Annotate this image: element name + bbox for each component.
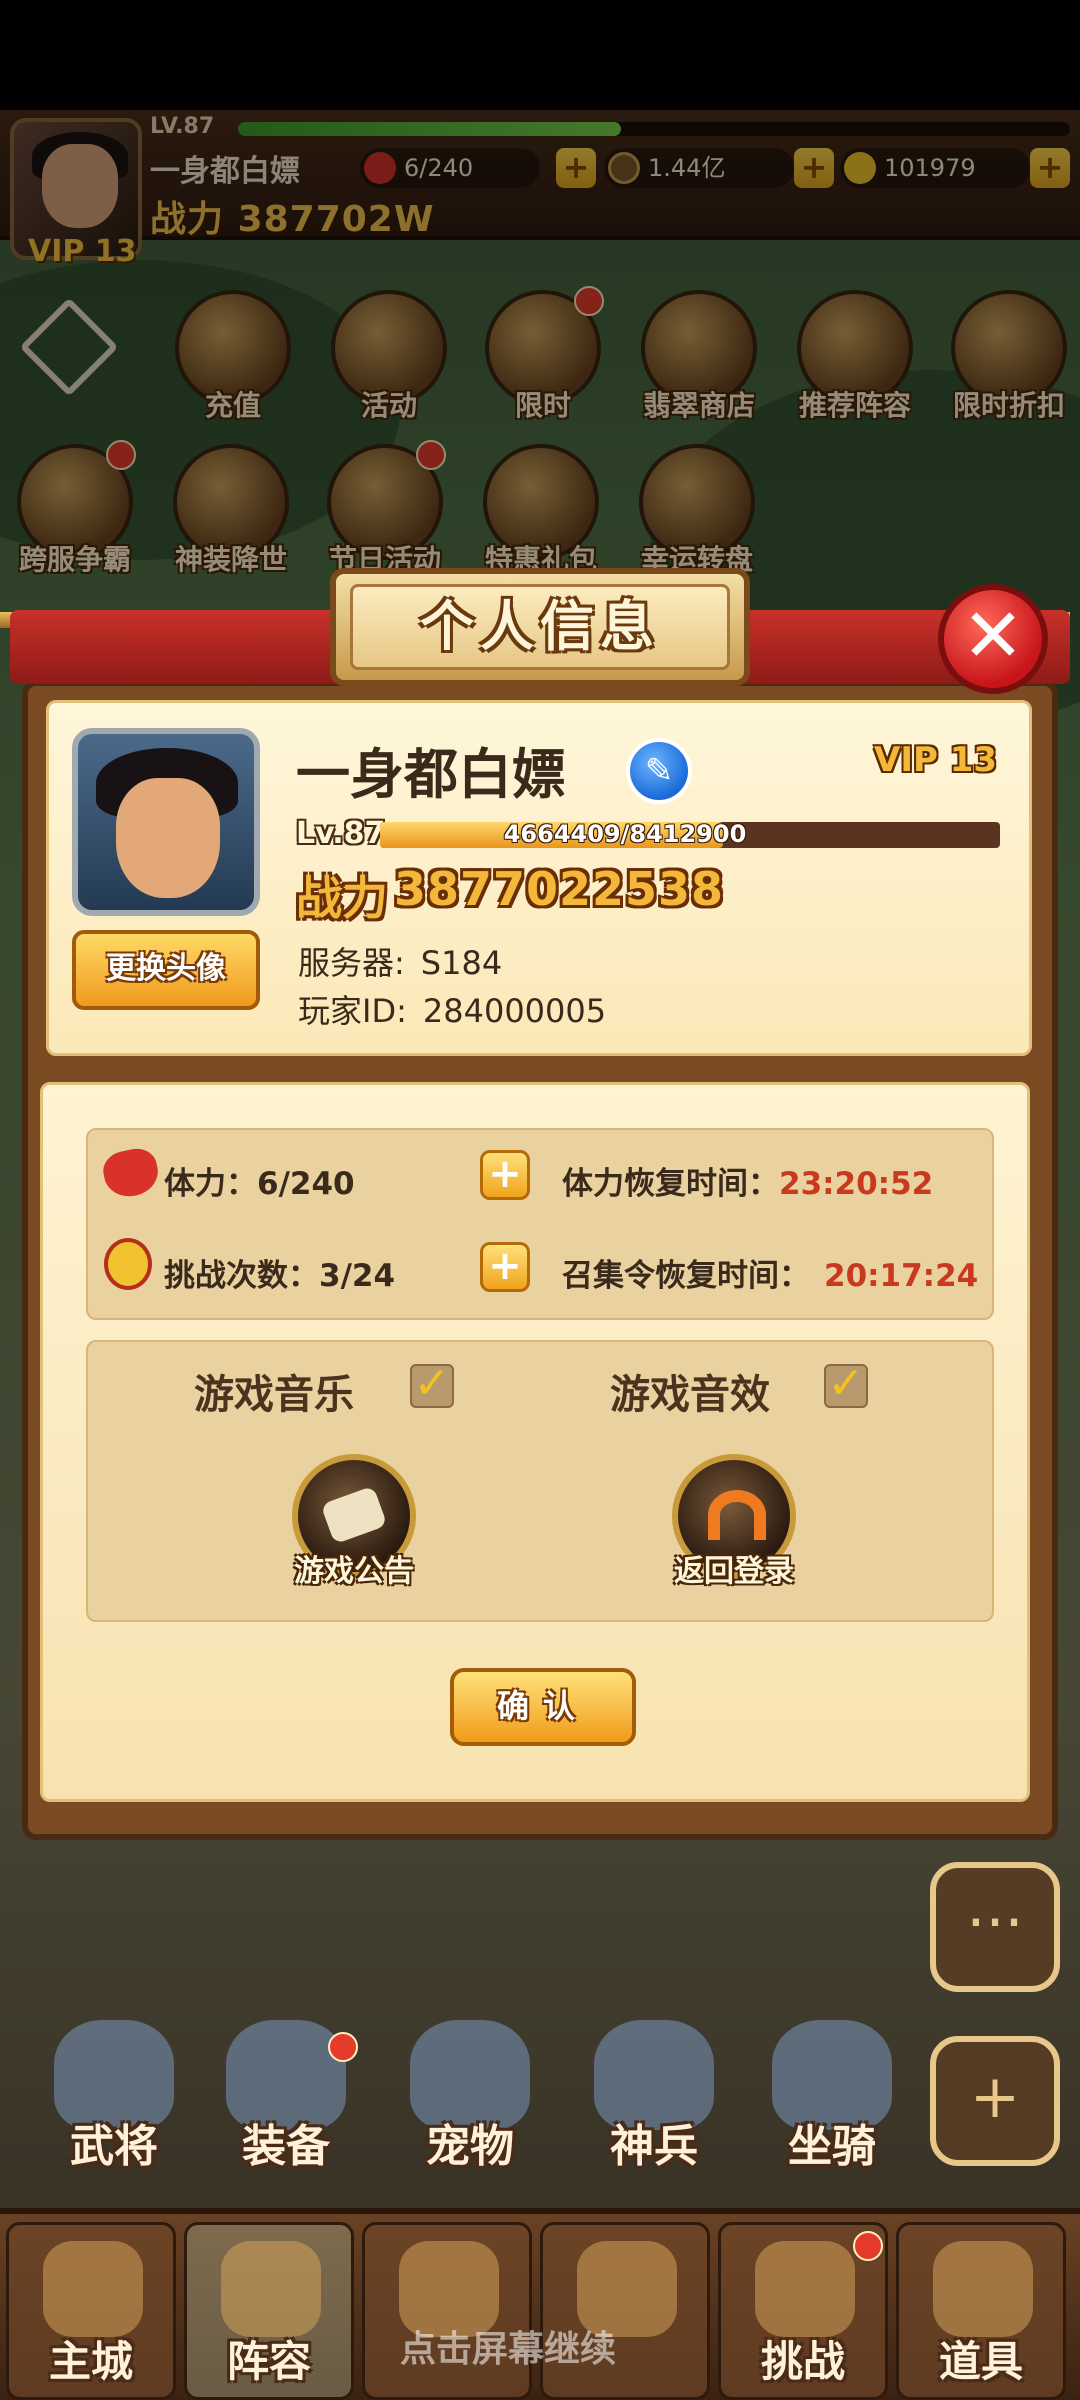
back-to-login-label: 返回登录: [674, 1554, 794, 1589]
modal-title: 个人信息: [420, 595, 660, 658]
change-avatar-button[interactable]: 更换头像: [72, 930, 260, 1010]
close-button[interactable]: ✕: [938, 584, 1048, 694]
castle-icon: [43, 2241, 143, 2337]
hero-slot[interactable]: 神兵: [574, 2020, 734, 2174]
nav-hero[interactable]: [362, 2222, 532, 2400]
nav-formation[interactable]: 阵容: [184, 2222, 354, 2400]
hero-label: 坐骑: [788, 2121, 876, 2172]
stamina-stat: 体力：6/240: [164, 1166, 355, 1202]
notice-label: 游戏公告: [294, 1554, 414, 1589]
level-label: Lv.87: [296, 816, 386, 851]
return-arrow-icon: [708, 1490, 766, 1540]
formation-icon: [221, 2241, 321, 2337]
hero-label: 宠物: [426, 2121, 514, 2172]
expand-button[interactable]: +: [930, 2036, 1060, 2166]
hero-label: 神兵: [610, 2121, 698, 2172]
player-avatar: [72, 728, 260, 916]
edit-name-icon[interactable]: ✎: [626, 738, 692, 804]
server-info: 服务器: S184: [298, 944, 503, 982]
power-label: 战力: [296, 871, 388, 925]
nav-label: 挑战: [760, 2337, 845, 2386]
challenge-stat: 挑战次数：3/24: [164, 1258, 396, 1294]
items-icon: [933, 2241, 1033, 2337]
nav-label: 阵容: [226, 2337, 311, 2386]
chat-bubble-icon: ···: [966, 1888, 1024, 1958]
vip-label: VIP 13: [874, 740, 998, 780]
confirm-button[interactable]: 确认: [450, 1668, 636, 1746]
battle-icon: [755, 2241, 855, 2337]
nav-forge[interactable]: [540, 2222, 710, 2400]
hero-slot[interactable]: 武将: [34, 2020, 194, 2174]
stamina-recover-stat: 体力恢复时间：23:20:52: [562, 1166, 934, 1202]
hero-slot[interactable]: 装备: [206, 2020, 366, 2174]
music-label: 游戏音乐: [194, 1372, 354, 1418]
hero-label: 装备: [242, 2121, 330, 2172]
notification-dot: [853, 2231, 883, 2261]
stamina-add-button[interactable]: +: [480, 1150, 530, 1200]
hero-slot[interactable]: 坐骑: [752, 2020, 912, 2174]
power-value: 3877022538: [394, 862, 725, 916]
challenge-token-icon: [104, 1238, 152, 1290]
hero-slot[interactable]: 宠物: [390, 2020, 550, 2174]
nav-items[interactable]: 道具: [896, 2222, 1066, 2400]
challenge-add-button[interactable]: +: [480, 1242, 530, 1292]
nav-label: 主城: [48, 2337, 133, 2386]
chat-button[interactable]: ···: [930, 1862, 1060, 1992]
scroll-icon: [320, 1485, 388, 1545]
player-id-info: 玩家ID: 284000005: [298, 992, 607, 1030]
exp-text: 4664409/8412900: [503, 820, 747, 848]
nav-castle[interactable]: 主城: [6, 2222, 176, 2400]
plus-icon: +: [969, 2062, 1021, 2132]
sfx-checkbox[interactable]: ✓: [824, 1362, 868, 1408]
player-name: 一身都白嫖: [296, 743, 566, 806]
hero-label: 武将: [70, 2121, 158, 2172]
tap-to-continue-hint: 点击屏幕继续: [400, 2329, 617, 2370]
music-checkbox[interactable]: ✓: [410, 1362, 454, 1408]
nav-battle[interactable]: 挑战: [718, 2222, 888, 2400]
summon-recover-stat: 召集令恢复时间： 20:17:24: [562, 1258, 979, 1294]
nav-label: 道具: [938, 2337, 1023, 2386]
sfx-label: 游戏音效: [610, 1372, 770, 1418]
notification-dot: [328, 2032, 358, 2062]
